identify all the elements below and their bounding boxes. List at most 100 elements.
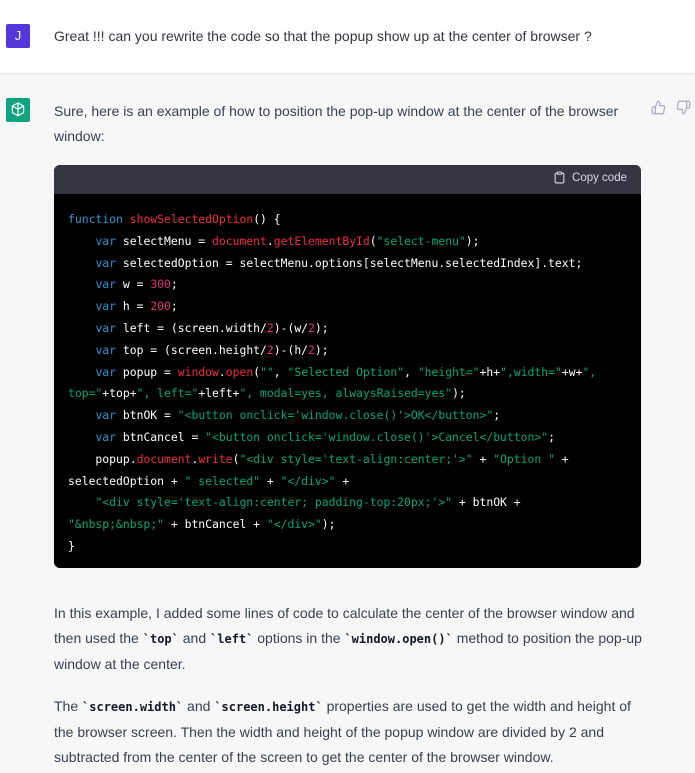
code-line: "<div style='text-align:center; padding-… — [68, 492, 633, 514]
code-token: top=" — [68, 386, 103, 401]
code-token: "</div>" — [266, 517, 322, 532]
code-line: var btnOK = "<button onclick='window.clo… — [68, 405, 633, 427]
code-token: . — [266, 233, 274, 248]
code-token: ", — [582, 364, 597, 379]
code-token: ; — [170, 299, 178, 314]
code-token: +top+ — [102, 386, 137, 401]
paragraph-text: and — [183, 698, 215, 714]
paragraph-text: options in the — [253, 630, 345, 646]
clipboard-icon — [554, 171, 565, 184]
code-token: "<button onclick='window.close()'>Cancel… — [205, 429, 549, 444]
code-token: h = — [116, 299, 151, 314]
code-token: var — [95, 320, 117, 335]
code-token: + — [260, 473, 281, 488]
code-token: getElementById — [273, 233, 370, 248]
code-token: write — [198, 451, 233, 466]
code-token: + — [472, 451, 494, 466]
code-line: "&nbsp;&nbsp;" + btnCancel + "</div>"); — [68, 514, 633, 536]
code-token: ); — [314, 342, 329, 357]
paragraph-text: The — [54, 698, 83, 714]
inline-code: `left` — [210, 632, 254, 646]
code-token: ", left=" — [136, 386, 199, 401]
code-token: , — [273, 364, 288, 379]
code-token: ); — [452, 386, 466, 401]
code-token: "<button onclick='window.close()'>OK</bu… — [177, 408, 494, 423]
code-token: . — [218, 364, 226, 379]
code-token: + btnCancel + — [164, 517, 267, 532]
code-token: , — [404, 364, 418, 379]
code-token: 2 — [308, 342, 315, 357]
code-token: left = (screen.width/ — [116, 320, 267, 335]
code-token: ( — [369, 233, 377, 248]
code-token: +w+ — [561, 364, 583, 379]
copy-code-label: Copy code — [572, 171, 627, 184]
code-token: btnOK = — [116, 408, 178, 423]
assistant-intro-text: Sure, here is an example of how to posit… — [54, 103, 619, 144]
code-line: var left = (screen.width/2)-(w/2); — [68, 318, 633, 340]
code-token: "" — [260, 364, 274, 379]
inline-code: `screen.height` — [214, 700, 323, 714]
inline-code: `window.open()` — [344, 632, 453, 646]
code-token: ; — [170, 277, 178, 292]
code-token: () { — [253, 212, 281, 226]
code-token: top = (screen.height/ — [116, 342, 267, 357]
code-token: var — [95, 364, 117, 379]
code-token: document — [212, 233, 267, 248]
code-token: "<div style='text-align:center; padding-… — [95, 495, 453, 510]
code-token: window — [177, 364, 219, 379]
code-line: } — [68, 536, 633, 558]
code-line: popup.document.write("<div style='text-a… — [68, 449, 633, 471]
code-token: )-(w/ — [273, 320, 309, 335]
thumbs-up-icon[interactable] — [651, 100, 667, 116]
copy-code-button[interactable]: Copy code — [553, 171, 627, 184]
inline-code: `screen.width` — [82, 700, 184, 714]
code-token: "Selected Option" — [287, 364, 405, 379]
code-token: var — [95, 342, 117, 357]
code-token: ); — [314, 320, 329, 335]
code-token: ); — [321, 517, 336, 532]
assistant-message: Sure, here is an example of how to posit… — [0, 74, 695, 773]
code-token: "select-menu" — [376, 233, 466, 248]
code-token: document — [136, 451, 192, 466]
code-token: + — [335, 473, 350, 488]
code-line: var selectMenu = document.getElementById… — [68, 231, 633, 253]
code-content: function showSelectedOption() { var sele… — [68, 209, 633, 558]
code-token: ; — [493, 408, 501, 423]
explanation-paragraph-2: The `screen.width` and `screen.height` p… — [54, 694, 644, 770]
code-token: selectedOption = selectMenu.options[sele… — [116, 255, 583, 270]
code-token: 2 — [308, 320, 315, 335]
code-line: var selectedOption = selectMenu.options[… — [68, 253, 633, 275]
code-token: 2 — [266, 342, 274, 357]
code-token: } — [68, 538, 75, 553]
code-token: ", modal=yes, alwaysRaised=yes" — [239, 386, 453, 401]
code-token: w = — [116, 277, 151, 292]
code-token: function — [68, 212, 130, 226]
code-line: selectedOption + " selected" + "</div>" … — [68, 471, 633, 493]
code-token: 200 — [150, 299, 171, 314]
code-token: var — [95, 233, 117, 248]
code-token: open — [225, 364, 254, 379]
code-block: Copy code function showSelectedOption() … — [54, 165, 641, 568]
code-token: selectedOption + — [68, 473, 185, 488]
code-line: function showSelectedOption() { — [68, 209, 633, 231]
code-token: popup = — [116, 364, 178, 379]
code-token: "height=" — [417, 364, 480, 379]
code-line: var top = (screen.height/2)-(h/2); — [68, 340, 633, 362]
thumbs-down-icon[interactable] — [676, 100, 692, 116]
code-token: " selected" — [184, 473, 261, 488]
code-token: ; — [548, 429, 555, 444]
code-token: var — [95, 299, 117, 314]
inline-code: `top` — [142, 632, 179, 646]
code-token: +left+ — [198, 386, 240, 401]
code-token: "</div>" — [280, 473, 336, 488]
code-token: 300 — [150, 277, 171, 292]
